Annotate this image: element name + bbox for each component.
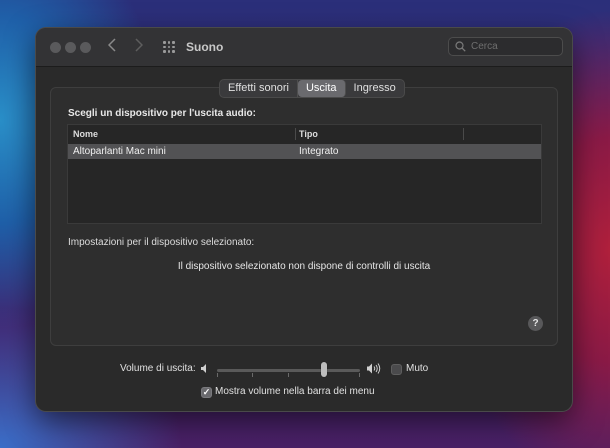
slider-tick: [288, 373, 289, 377]
sound-preferences-window: Suono Cerca Effetti sonori Uscita Ingres…: [36, 28, 572, 411]
tab-uscita[interactable]: Uscita: [297, 80, 346, 97]
zoom-window-button[interactable]: [80, 42, 91, 53]
mute-checkbox[interactable]: [391, 364, 402, 375]
title-bar: Suono Cerca: [36, 28, 572, 67]
speaker-high-icon: [367, 363, 381, 374]
column-header-tipo[interactable]: Tipo: [299, 125, 318, 143]
slider-tick: [217, 373, 218, 377]
mute-label: Muto: [406, 363, 429, 374]
help-icon[interactable]: ?: [528, 316, 543, 331]
close-window-button[interactable]: [50, 42, 61, 53]
search-placeholder: Cerca: [471, 41, 498, 52]
show-volume-in-menu-label: Mostra volume nella barra dei menu: [215, 386, 375, 397]
volume-slider[interactable]: [217, 369, 360, 372]
settings-label: Impostazioni per il dispositivo selezion…: [68, 237, 255, 248]
grid-icon[interactable]: [163, 41, 175, 53]
slider-tick: [252, 373, 253, 377]
window-title: Suono: [186, 40, 224, 54]
slider-tick: [359, 373, 360, 377]
no-controls-message: Il dispositivo selezionato non dispone d…: [177, 261, 431, 272]
chevron-left-icon[interactable]: [107, 38, 116, 56]
table-row[interactable]: Altoparlanti Mac mini Integrato: [68, 144, 541, 159]
tab-effetti-sonori[interactable]: Effetti sonori: [220, 80, 298, 97]
output-panel: Scegli un dispositivo per l'uscita audio…: [50, 87, 558, 346]
minimize-window-button[interactable]: [65, 42, 76, 53]
output-device-table[interactable]: Nome Tipo Altoparlanti Mac mini Integrat…: [67, 124, 542, 224]
speaker-low-icon: [201, 364, 206, 373]
column-divider: [463, 128, 464, 140]
search-icon: [455, 41, 466, 52]
column-divider: [295, 128, 296, 140]
output-heading: Scegli un dispositivo per l'uscita audio…: [68, 108, 256, 119]
volume-slider-knob[interactable]: [321, 362, 328, 377]
device-type: Integrato: [299, 146, 339, 157]
search-field[interactable]: Cerca: [448, 37, 563, 56]
chevron-right-icon[interactable]: [135, 38, 144, 56]
tab-ingresso[interactable]: Ingresso: [346, 80, 404, 97]
tab-bar: Effetti sonori Uscita Ingresso: [219, 79, 405, 98]
output-volume-label: Volume di uscita:: [120, 363, 196, 374]
show-volume-in-menu-checkbox[interactable]: ✓: [201, 387, 212, 398]
device-name: Altoparlanti Mac mini: [73, 146, 166, 157]
column-header-nome[interactable]: Nome: [73, 125, 98, 143]
